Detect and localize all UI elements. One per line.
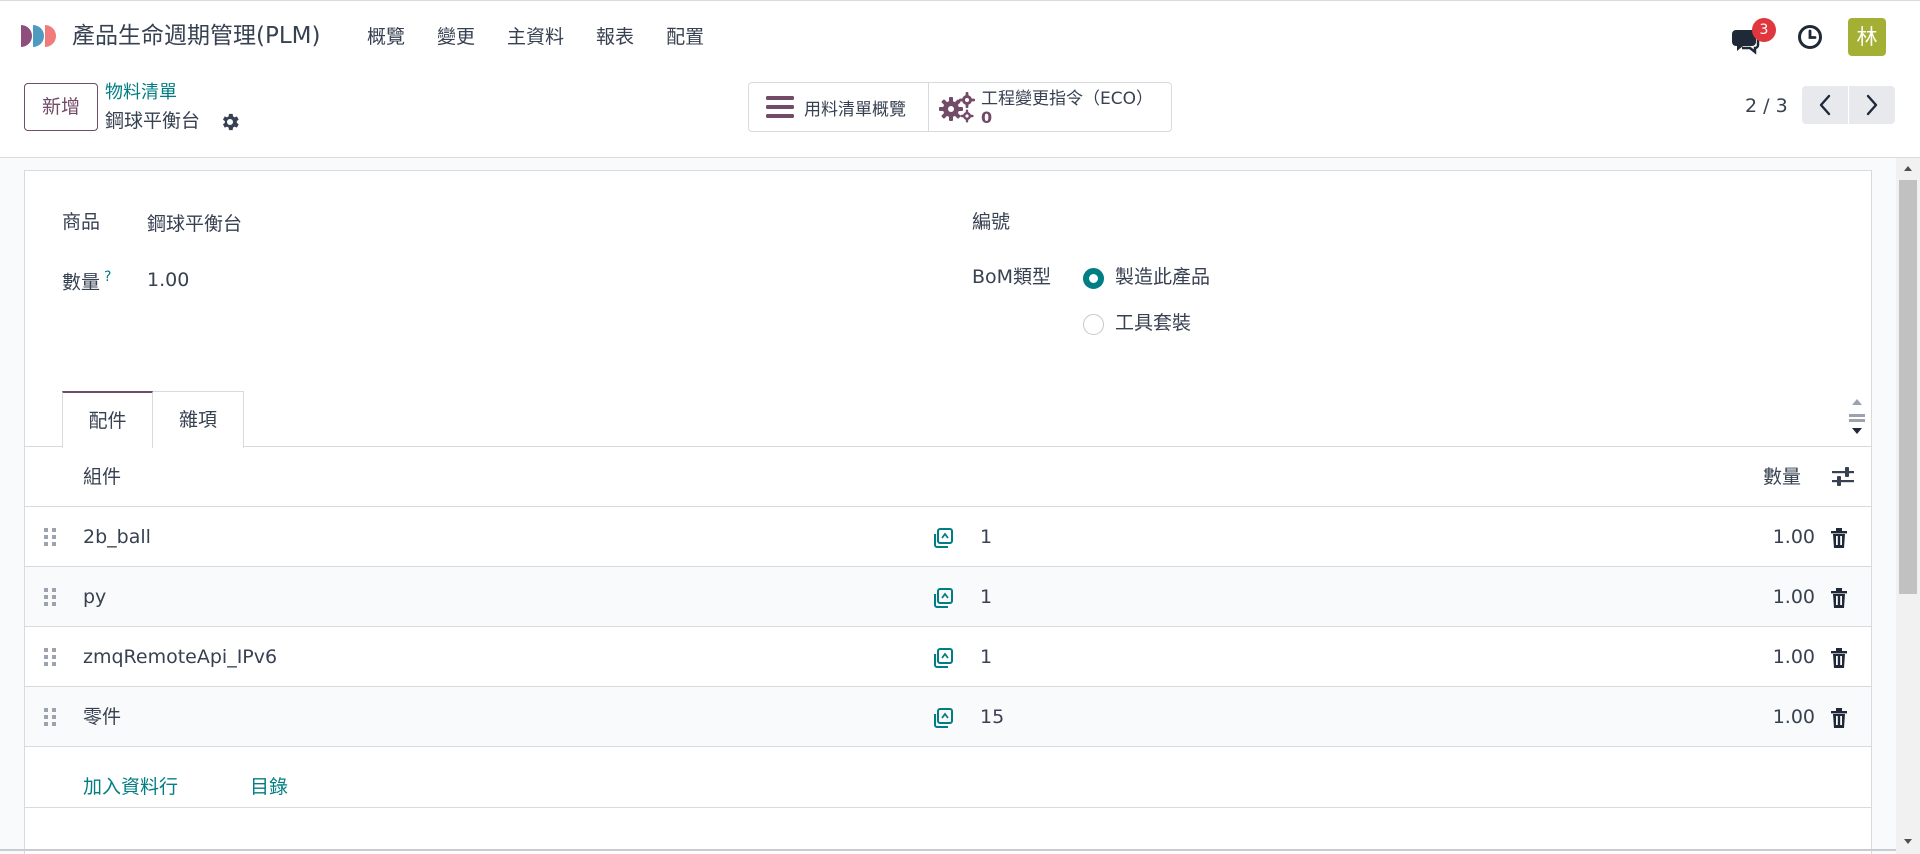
component-quantity[interactable]: 1.00	[1773, 567, 1815, 627]
component-quantity[interactable]: 1.00	[1773, 507, 1815, 567]
drag-handle-icon[interactable]	[43, 587, 57, 607]
reference-label: 編號	[972, 211, 1011, 233]
app-title[interactable]: 產品生命週期管理(PLM)	[72, 19, 320, 53]
bom-type-label: BoM類型	[972, 266, 1052, 288]
component-count: 1	[980, 646, 993, 668]
column-quantity[interactable]: 數量	[1763, 447, 1801, 507]
bom-type-manufacture-radio[interactable]	[1083, 268, 1104, 289]
drag-handle-icon[interactable]	[43, 707, 57, 727]
component-count: 15	[980, 706, 1005, 728]
table-row[interactable]: py 1 1.00	[25, 567, 1871, 627]
trash-icon[interactable]	[1829, 707, 1849, 729]
pager-next-button[interactable]	[1849, 86, 1895, 124]
app-logo-icon[interactable]	[19, 21, 61, 51]
new-button[interactable]: 新增	[24, 83, 98, 131]
chevron-right-icon	[1866, 94, 1878, 116]
menu-master-data[interactable]: 主資料	[507, 20, 564, 54]
duplicate-icon[interactable]	[931, 526, 955, 550]
add-line-link[interactable]: 加入資料行	[83, 757, 178, 817]
user-avatar[interactable]: 林	[1848, 18, 1886, 56]
tab-components[interactable]: 配件	[62, 391, 153, 448]
menu-reporting[interactable]: 報表	[596, 20, 634, 54]
gears-icon	[939, 92, 975, 123]
pager-value[interactable]: 2 / 3	[1745, 89, 1788, 123]
component-count: 1	[980, 526, 993, 548]
trash-icon[interactable]	[1829, 647, 1849, 669]
help-tooltip-icon[interactable]: ?	[104, 269, 111, 285]
menu-overview[interactable]: 概覽	[367, 20, 405, 54]
smart-buttons: 用料清單概覽 工程變更指令（ECO） 0	[748, 82, 1172, 132]
breadcrumb-bom[interactable]: 物料清單	[105, 81, 177, 105]
column-settings-icon[interactable]	[1831, 466, 1855, 488]
tab-miscellaneous[interactable]: 雜項	[153, 391, 244, 448]
table-footer-divider	[25, 807, 1871, 808]
main-menu: 概覽 變更 主資料 報表 配置	[367, 20, 736, 54]
eco-button[interactable]: 工程變更指令（ECO） 0	[929, 83, 1171, 131]
duplicate-icon[interactable]	[931, 586, 955, 610]
trash-icon[interactable]	[1829, 587, 1849, 609]
product-label: 商品	[62, 211, 101, 233]
chevron-left-icon	[1819, 94, 1831, 116]
systray: 3 林	[1732, 17, 1886, 57]
control-panel: 新增 物料清單 鋼球平衡台 用料清單概覽 工程變更指令（ECO） 0 2 / 3	[0, 73, 1920, 158]
catalog-link[interactable]: 目錄	[250, 757, 288, 817]
quantity-field[interactable]: 1.00	[147, 266, 189, 294]
eco-label: 工程變更指令（ECO）	[981, 89, 1153, 109]
component-name[interactable]: 零件	[83, 687, 121, 747]
component-name[interactable]: 2b_ball	[83, 507, 151, 567]
bom-type-kit-radio[interactable]	[1083, 314, 1104, 335]
component-name[interactable]: py	[83, 567, 106, 627]
form-sheet: 商品 鋼球平衡台 數量? 1.00 編號 BoM類型 製造此產品 工具套裝 配件…	[24, 170, 1872, 854]
activity-button[interactable]	[1796, 23, 1824, 51]
notification-badge: 3	[1752, 18, 1776, 42]
pager-previous-button[interactable]	[1802, 86, 1848, 124]
bom-type-manufacture-label[interactable]: 製造此產品	[1115, 263, 1210, 291]
duplicate-icon[interactable]	[931, 706, 955, 730]
bottom-border	[0, 849, 1896, 851]
eco-count: 0	[981, 108, 993, 127]
menu-changes[interactable]: 變更	[437, 20, 475, 54]
clock-icon	[1798, 25, 1822, 49]
table-row[interactable]: 2b_ball 1 1.00	[25, 507, 1871, 567]
component-name[interactable]: zmqRemoteApi_IPv6	[83, 627, 277, 687]
bom-type-kit-label[interactable]: 工具套裝	[1115, 309, 1191, 337]
component-count: 1	[980, 586, 993, 608]
component-quantity[interactable]: 1.00	[1773, 687, 1815, 747]
page-scrollbar[interactable]	[1896, 158, 1920, 854]
column-component[interactable]: 組件	[83, 447, 121, 507]
tabs-scrollbar[interactable]	[1845, 391, 1869, 443]
quantity-label: 數量?	[62, 269, 112, 294]
gear-icon[interactable]	[219, 111, 241, 133]
component-quantity[interactable]: 1.00	[1773, 627, 1815, 687]
top-navbar: 產品生命週期管理(PLM) 概覽 變更 主資料 報表 配置 3 林	[0, 0, 1920, 73]
table-row[interactable]: 零件 15 1.00	[25, 687, 1871, 747]
product-field[interactable]: 鋼球平衡台	[147, 210, 242, 238]
messaging-button[interactable]: 3	[1732, 18, 1776, 55]
drag-handle-icon[interactable]	[43, 647, 57, 667]
scroll-down-icon[interactable]	[1896, 834, 1920, 850]
bom-overview-label: 用料清單概覽	[804, 99, 906, 120]
table-row[interactable]: zmqRemoteApi_IPv6 1 1.00	[25, 627, 1871, 687]
record-title: 鋼球平衡台	[105, 110, 201, 132]
trash-icon[interactable]	[1829, 527, 1849, 549]
duplicate-icon[interactable]	[931, 646, 955, 670]
table-header: 組件 數量	[25, 447, 1871, 507]
menu-configuration[interactable]: 配置	[666, 20, 704, 54]
scrollbar-thumb[interactable]	[1899, 180, 1917, 594]
notebook-tabs: 配件 雜項	[25, 389, 1871, 448]
scroll-up-icon[interactable]	[1896, 160, 1920, 176]
bars-icon	[766, 96, 794, 118]
bom-overview-button[interactable]: 用料清單概覽	[749, 83, 929, 131]
drag-handle-icon[interactable]	[43, 527, 57, 547]
